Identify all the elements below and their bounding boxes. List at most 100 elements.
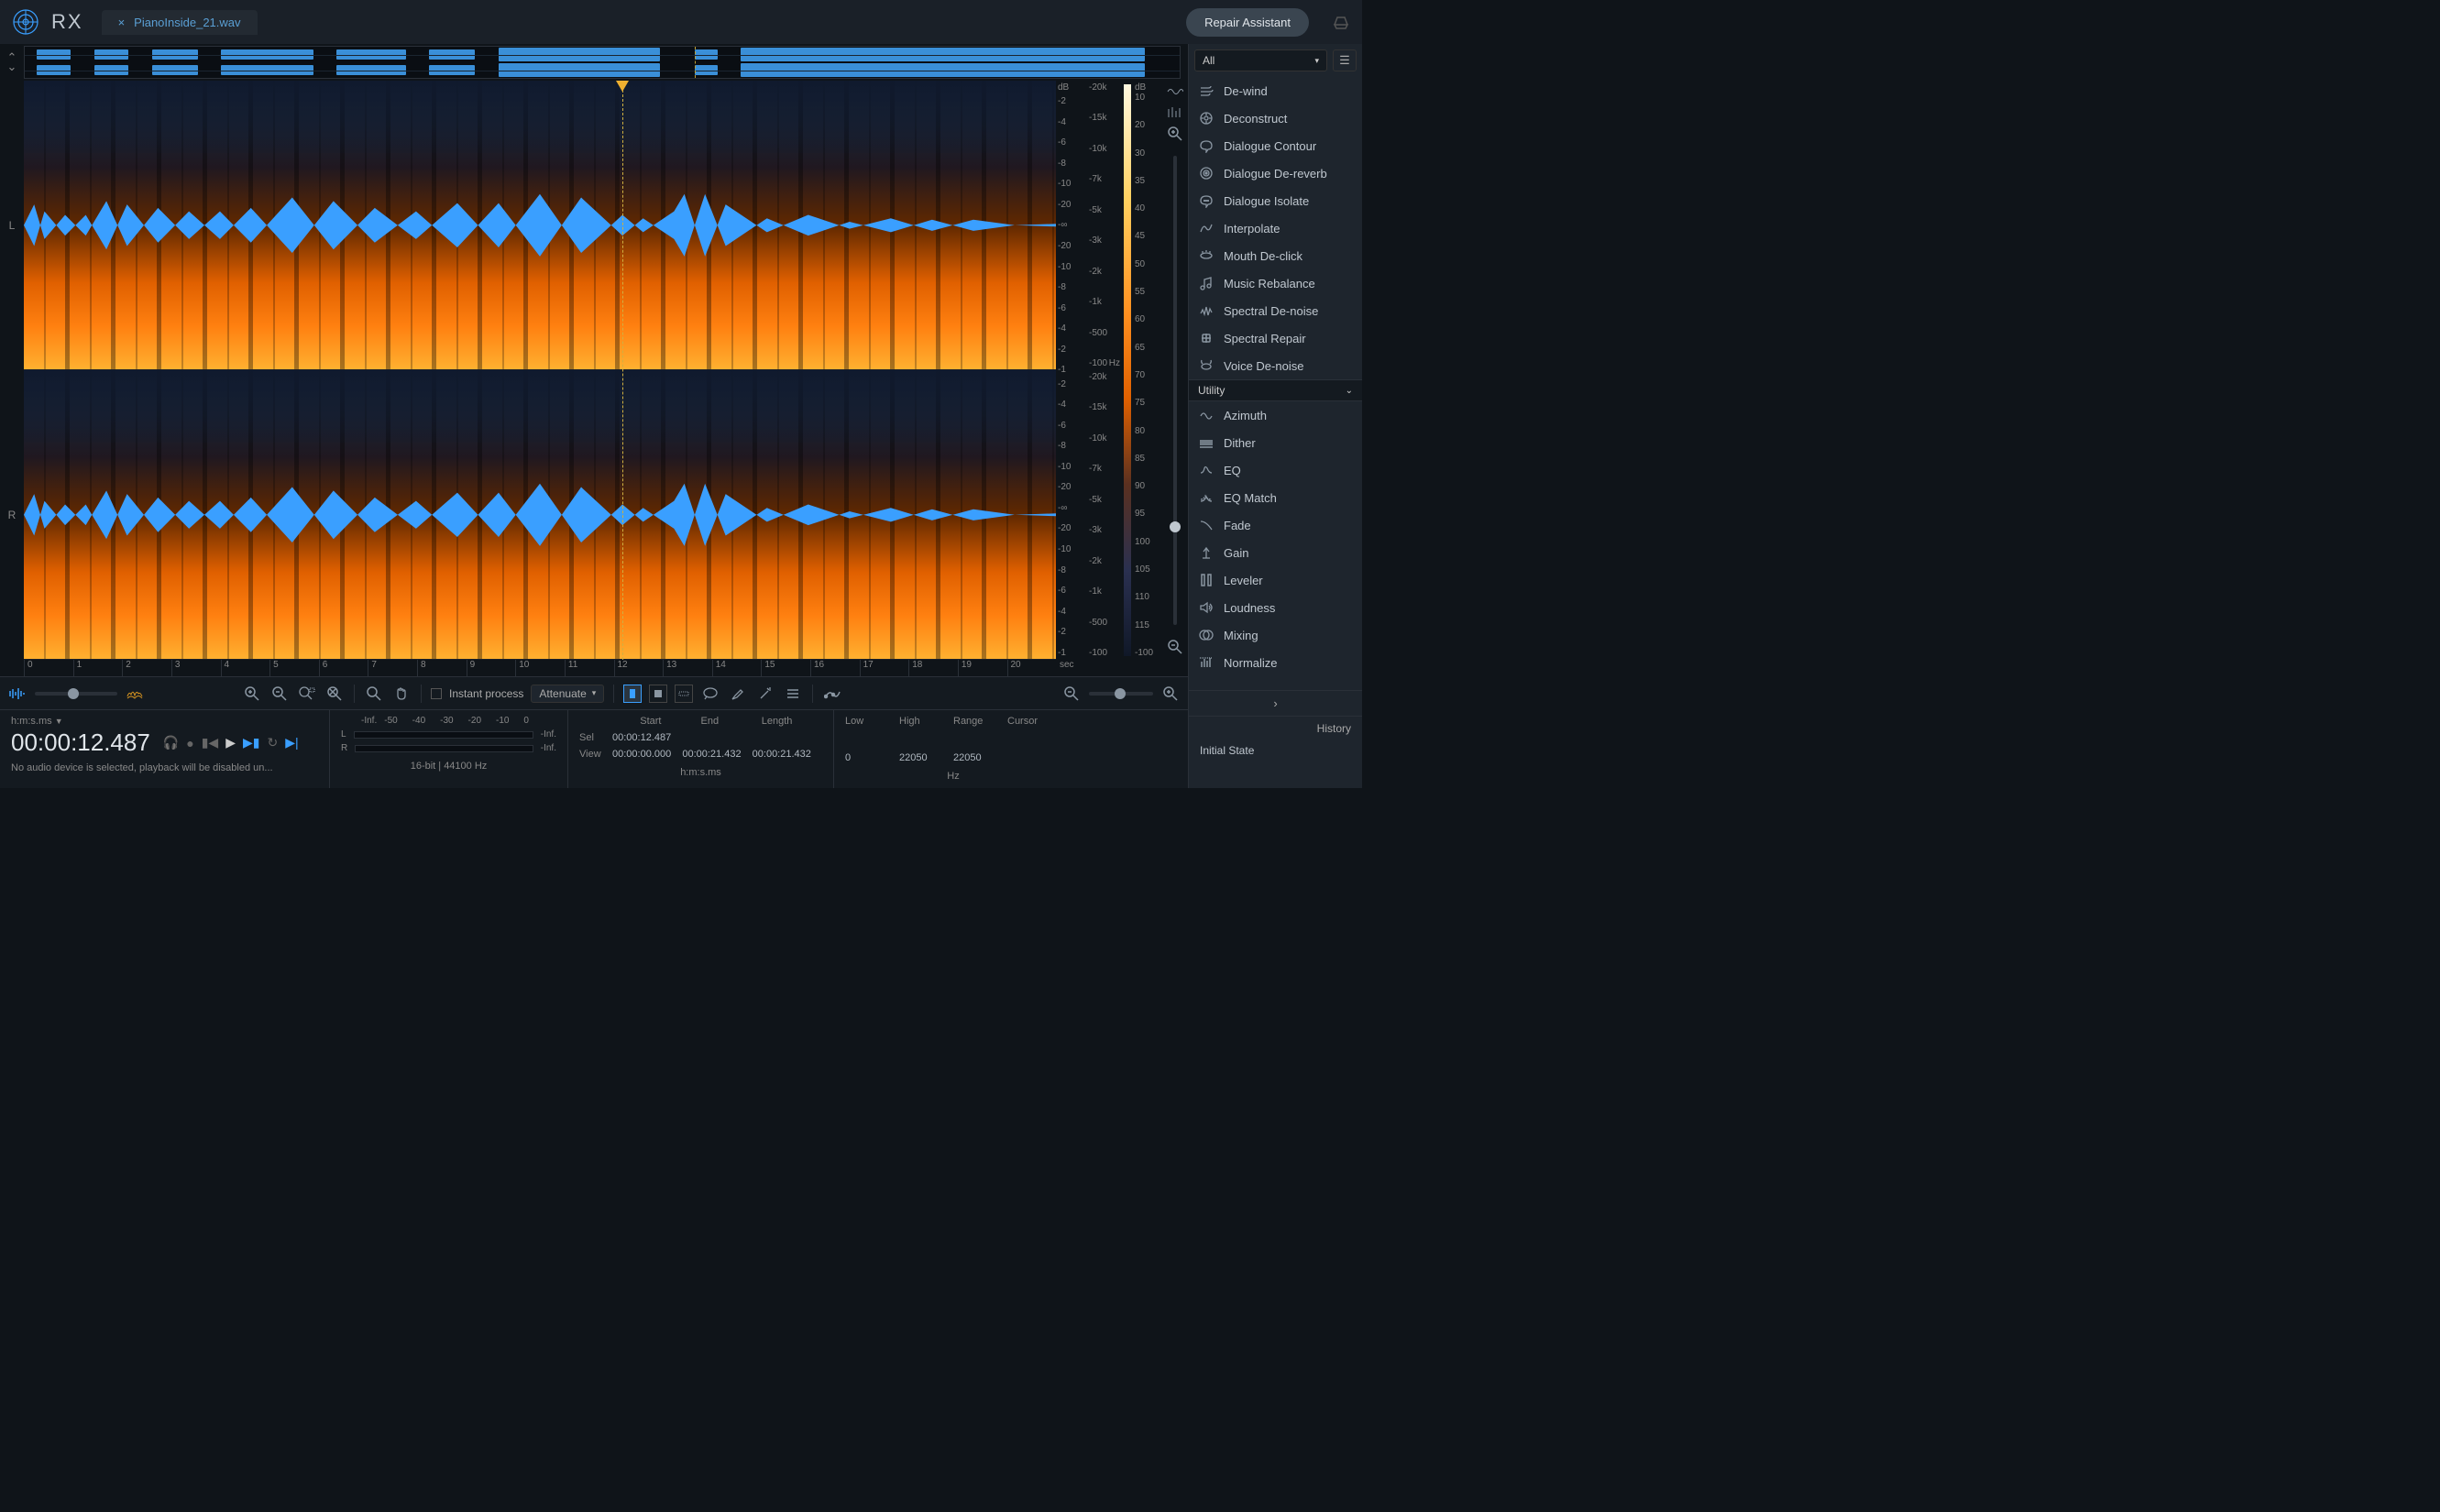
module-deconstruct[interactable]: Deconstruct <box>1189 104 1362 132</box>
play-icon[interactable]: ▶ <box>225 735 236 751</box>
instant-process-checkbox[interactable] <box>431 688 442 699</box>
module-mouth-de-click[interactable]: Mouth De-click <box>1189 242 1362 269</box>
voice-de-noise-icon <box>1198 357 1215 374</box>
notification-icon[interactable] <box>1331 12 1351 32</box>
view-start[interactable]: 00:00:00.000 <box>612 749 682 760</box>
hzoom-slider[interactable] <box>1089 692 1153 696</box>
module-fade[interactable]: Fade <box>1189 511 1362 539</box>
module-gain[interactable]: Gain <box>1189 539 1362 566</box>
record-icon[interactable]: ● <box>186 736 193 751</box>
tool-spec-bars-icon[interactable] <box>1167 106 1183 117</box>
music-rebalance-icon <box>1198 275 1215 291</box>
meter-r-bar <box>355 745 533 752</box>
repair-assistant-button[interactable]: Repair Assistant <box>1186 8 1309 37</box>
headphone-icon[interactable]: 🎧 <box>163 735 179 751</box>
tool-zoom-out-icon[interactable] <box>1168 640 1182 654</box>
eq-match-icon <box>1198 489 1215 506</box>
sel-start[interactable]: 00:00:12.487 <box>612 732 682 743</box>
expand-panel-icon[interactable]: › <box>1189 690 1362 716</box>
module-eq[interactable]: EQ <box>1189 456 1362 484</box>
dither-icon <box>1198 434 1215 451</box>
lasso-icon[interactable] <box>700 684 720 704</box>
module-mixing[interactable]: Mixing <box>1189 621 1362 649</box>
module-dither[interactable]: Dither <box>1189 429 1362 456</box>
harmonic-sel-icon[interactable] <box>783 684 803 704</box>
wand-icon[interactable] <box>755 684 775 704</box>
module-menu-icon[interactable]: ☰ <box>1333 49 1357 71</box>
normalize-icon <box>1198 654 1215 671</box>
module-music-rebalance[interactable]: Music Rebalance <box>1189 269 1362 297</box>
waveform-view-icon[interactable] <box>7 684 27 704</box>
time-format-label[interactable]: h:m:s.ms <box>11 716 52 727</box>
loudness-icon <box>1198 599 1215 616</box>
overview-waveform[interactable] <box>24 46 1181 79</box>
loop-icon[interactable]: ↻ <box>267 735 278 751</box>
select-tf-icon[interactable] <box>649 685 667 703</box>
zoom-in-icon[interactable] <box>242 684 262 704</box>
instant-process-label: Instant process <box>449 687 523 700</box>
module-normalize[interactable]: Normalize <box>1189 649 1362 676</box>
view-length[interactable]: 00:00:21.432 <box>753 749 822 760</box>
overview-collapse-down-icon[interactable]: ⌄ <box>7 63 17 71</box>
contour-icon[interactable] <box>822 684 842 704</box>
deconstruct-icon <box>1198 110 1215 126</box>
history-header: History <box>1189 717 1362 740</box>
freq-low[interactable]: 0 <box>845 752 899 763</box>
zoom-sel-icon[interactable] <box>297 684 317 704</box>
tab-filename: PianoInside_21.wav <box>134 16 240 29</box>
module-dialogue-isolate[interactable]: Dialogue Isolate <box>1189 187 1362 214</box>
eq-icon <box>1198 462 1215 478</box>
meter-l-bar <box>354 731 533 739</box>
module-dialogue-contour[interactable]: Dialogue Contour <box>1189 132 1362 159</box>
blend-slider[interactable] <box>35 692 117 696</box>
zoom-out-icon[interactable] <box>269 684 290 704</box>
tab-close-icon[interactable]: × <box>118 16 126 29</box>
playhead-time: 00:00:12.487 <box>11 729 150 757</box>
module-dialogue-de-reverb[interactable]: Dialogue De-reverb <box>1189 159 1362 187</box>
grab-icon[interactable] <box>391 684 412 704</box>
tool-zoom-icon[interactable] <box>1168 126 1182 141</box>
color-unit-label: dB <box>1135 82 1160 93</box>
follow-playhead-icon[interactable]: ▶| <box>285 735 298 751</box>
file-tab[interactable]: × PianoInside_21.wav <box>102 10 258 35</box>
mixing-icon <box>1198 627 1215 643</box>
tool-waveform-icon[interactable] <box>1167 86 1183 97</box>
hzoom-out-icon[interactable] <box>1061 684 1082 704</box>
search-icon[interactable] <box>364 684 384 704</box>
spectrogram-view-icon[interactable] <box>125 684 145 704</box>
module-interpolate[interactable]: Interpolate <box>1189 214 1362 242</box>
module-de-wind[interactable]: De-wind <box>1189 77 1362 104</box>
attenuate-select[interactable]: Attenuate▾ <box>531 685 604 703</box>
module-azimuth[interactable]: Azimuth <box>1189 401 1362 429</box>
module-eq-match[interactable]: EQ Match <box>1189 484 1362 511</box>
dialogue-de-reverb-icon <box>1198 165 1215 181</box>
module-loudness[interactable]: Loudness <box>1189 594 1362 621</box>
dialogue-isolate-icon <box>1198 192 1215 209</box>
spectrogram-display[interactable] <box>24 81 1056 660</box>
module-voice-de-noise[interactable]: Voice De-noise <box>1189 352 1362 379</box>
select-time-icon[interactable] <box>623 685 642 703</box>
prev-icon[interactable]: ▮◀ <box>202 735 218 751</box>
channel-right-label: R <box>0 370 24 660</box>
play-sel-icon[interactable]: ▶▮ <box>243 735 259 751</box>
brush-icon[interactable] <box>728 684 748 704</box>
select-freq-icon[interactable] <box>675 685 693 703</box>
module-spectral-repair[interactable]: Spectral Repair <box>1189 324 1362 352</box>
de-wind-icon <box>1198 82 1215 99</box>
playhead-marker-icon[interactable] <box>616 81 629 92</box>
zoom-full-icon[interactable] <box>324 684 345 704</box>
meter-r-label: R <box>341 743 347 753</box>
hzoom-in-icon[interactable] <box>1160 684 1181 704</box>
freq-range[interactable]: 22050 <box>953 752 1007 763</box>
history-item[interactable]: Initial State <box>1189 740 1362 761</box>
freq-high[interactable]: 22050 <box>899 752 953 763</box>
color-scale-bar <box>1124 84 1131 656</box>
db-unit-label: dB <box>1056 81 1087 94</box>
module-spectral-de-noise[interactable]: Spectral De-noise <box>1189 297 1362 324</box>
view-end[interactable]: 00:00:21.432 <box>682 749 752 760</box>
category-utility[interactable]: Utility⌄ <box>1189 379 1362 401</box>
module-leveler[interactable]: Leveler <box>1189 566 1362 594</box>
azimuth-icon <box>1198 407 1215 423</box>
brightness-slider[interactable] <box>1173 156 1177 625</box>
module-filter-select[interactable]: All▾ <box>1194 49 1327 71</box>
